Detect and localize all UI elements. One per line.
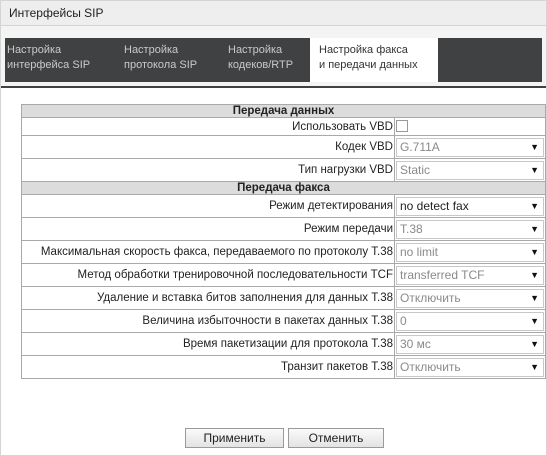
use-vbd-checkbox[interactable]: [396, 120, 408, 133]
settings-row: Режим детектирования no detect fax ▼: [21, 194, 547, 218]
detect-mode-select[interactable]: no detect fax ▼: [396, 196, 545, 216]
section-header-row: Передача данных: [20, 104, 547, 118]
dropdown-arrow-icon: ▼: [530, 315, 540, 326]
detect-mode-label: Режим детектирования: [21, 194, 395, 218]
panel-title-bar: Интерфейсы SIP: [1, 1, 546, 26]
dropdown-arrow-icon: ▼: [530, 269, 540, 280]
vbd-codec-label: Кодек VBD: [21, 135, 395, 159]
settings-row: Транзит пакетов T.38 Отключить ▼: [21, 355, 547, 379]
tab-underline: [1, 86, 546, 88]
max-speed-value: no limit: [400, 244, 439, 259]
tab-sip-interface-line1: Настройка: [7, 44, 62, 56]
transit-select[interactable]: Отключить ▼: [396, 357, 545, 377]
dropdown-arrow-icon: ▼: [530, 292, 540, 303]
section-title-fax-transfer: Передача факса: [20, 181, 547, 195]
tab-sip-protocol-line1: Настройка: [124, 44, 179, 56]
vbd-payload-select[interactable]: Static ▼: [396, 160, 545, 180]
packet-time-select[interactable]: 30 мс ▼: [396, 334, 545, 354]
packet-time-value: 30 мс: [400, 336, 431, 351]
tab-sip-interface[interactable]: Настройка интерфейса SIP: [5, 38, 118, 82]
sip-interfaces-panel: Интерфейсы SIP Настройка интерфейса SIP …: [0, 0, 547, 456]
max-speed-select[interactable]: no limit ▼: [396, 242, 545, 262]
settings-row: Удаление и вставка битов заполнения для …: [21, 286, 547, 310]
dropdown-arrow-icon: ▼: [530, 246, 540, 257]
dropdown-arrow-icon: ▼: [530, 164, 540, 175]
section-header-row: Передача факса: [20, 181, 547, 195]
tab-codecs-rtp[interactable]: Настройка кодеков/RTP: [226, 38, 307, 82]
redundancy-label: Величина избыточности в пакетах данных T…: [21, 309, 395, 333]
tab-sip-interface-line2: интерфейса SIP: [7, 59, 91, 71]
redundancy-value: 0: [400, 313, 407, 328]
redundancy-select[interactable]: 0 ▼: [396, 311, 545, 331]
cancel-button[interactable]: Отменить: [288, 428, 384, 448]
apply-button[interactable]: Применить: [185, 428, 284, 448]
tab-fax-data-line1: Настройка факса: [319, 44, 408, 56]
vbd-codec-value: G.711A: [400, 139, 440, 154]
max-speed-label: Максимальная скорость факса, передаваемо…: [21, 240, 395, 264]
transfer-mode-label: Режим передачи: [21, 217, 395, 241]
settings-row: Тип нагрузки VBD Static ▼: [21, 158, 547, 182]
fill-bits-label: Удаление и вставка битов заполнения для …: [21, 286, 395, 310]
dropdown-arrow-icon: ▼: [530, 361, 540, 372]
transit-value: Отключить: [400, 359, 461, 374]
settings-row: Максимальная скорость факса, передаваемо…: [21, 240, 547, 264]
detect-mode-value: no detect fax: [400, 198, 469, 213]
vbd-payload-label: Тип нагрузки VBD: [21, 158, 395, 182]
settings-row: Метод обработки тренировочной последоват…: [21, 263, 547, 287]
settings-row: Величина избыточности в пакетах данных T…: [21, 309, 547, 333]
vbd-payload-value: Static: [400, 162, 431, 177]
fax-data-settings-table: Передача данных Использовать VBD Кодек V…: [20, 104, 547, 379]
section-title-data-transfer: Передача данных: [20, 104, 547, 118]
transfer-mode-select[interactable]: T.38 ▼: [396, 219, 545, 239]
tab-fax-data[interactable]: Настройка факса и передачи данных: [310, 38, 438, 82]
packet-time-label: Время пакетизации для протокола T.38: [21, 332, 395, 356]
tab-sip-protocol-line2: протокола SIP: [124, 59, 198, 71]
tab-strip: Настройка интерфейса SIP Настройка прото…: [5, 38, 542, 82]
dropdown-arrow-icon: ▼: [530, 223, 540, 234]
tab-codecs-rtp-line2: кодеков/RTP: [228, 59, 294, 71]
transit-label: Транзит пакетов T.38: [21, 355, 395, 379]
dropdown-arrow-icon: ▼: [530, 200, 540, 211]
tcf-method-label: Метод обработки тренировочной последоват…: [21, 263, 395, 287]
settings-row: Использовать VBD: [21, 117, 547, 136]
tab-bar: Настройка интерфейса SIP Настройка прото…: [1, 26, 546, 86]
tab-fax-data-line2: и передачи данных: [319, 59, 418, 71]
settings-row: Режим передачи T.38 ▼: [21, 217, 547, 241]
settings-row: Время пакетизации для протокола T.38 30 …: [21, 332, 547, 356]
tcf-method-select[interactable]: transferred TCF ▼: [396, 265, 545, 285]
dropdown-arrow-icon: ▼: [530, 141, 540, 152]
settings-row: Кодек VBD G.711A ▼: [21, 135, 547, 159]
tab-sip-protocol[interactable]: Настройка протокола SIP: [122, 38, 222, 82]
tcf-method-value: transferred TCF: [400, 267, 485, 282]
panel-title: Интерфейсы SIP: [9, 6, 104, 20]
use-vbd-label: Использовать VBD: [21, 117, 395, 136]
transfer-mode-value: T.38: [400, 221, 423, 236]
dropdown-arrow-icon: ▼: [530, 338, 540, 349]
vbd-codec-select[interactable]: G.711A ▼: [396, 137, 545, 157]
fill-bits-value: Отключить: [400, 290, 461, 305]
fill-bits-select[interactable]: Отключить ▼: [396, 288, 545, 308]
tab-codecs-rtp-line1: Настройка: [228, 44, 283, 56]
